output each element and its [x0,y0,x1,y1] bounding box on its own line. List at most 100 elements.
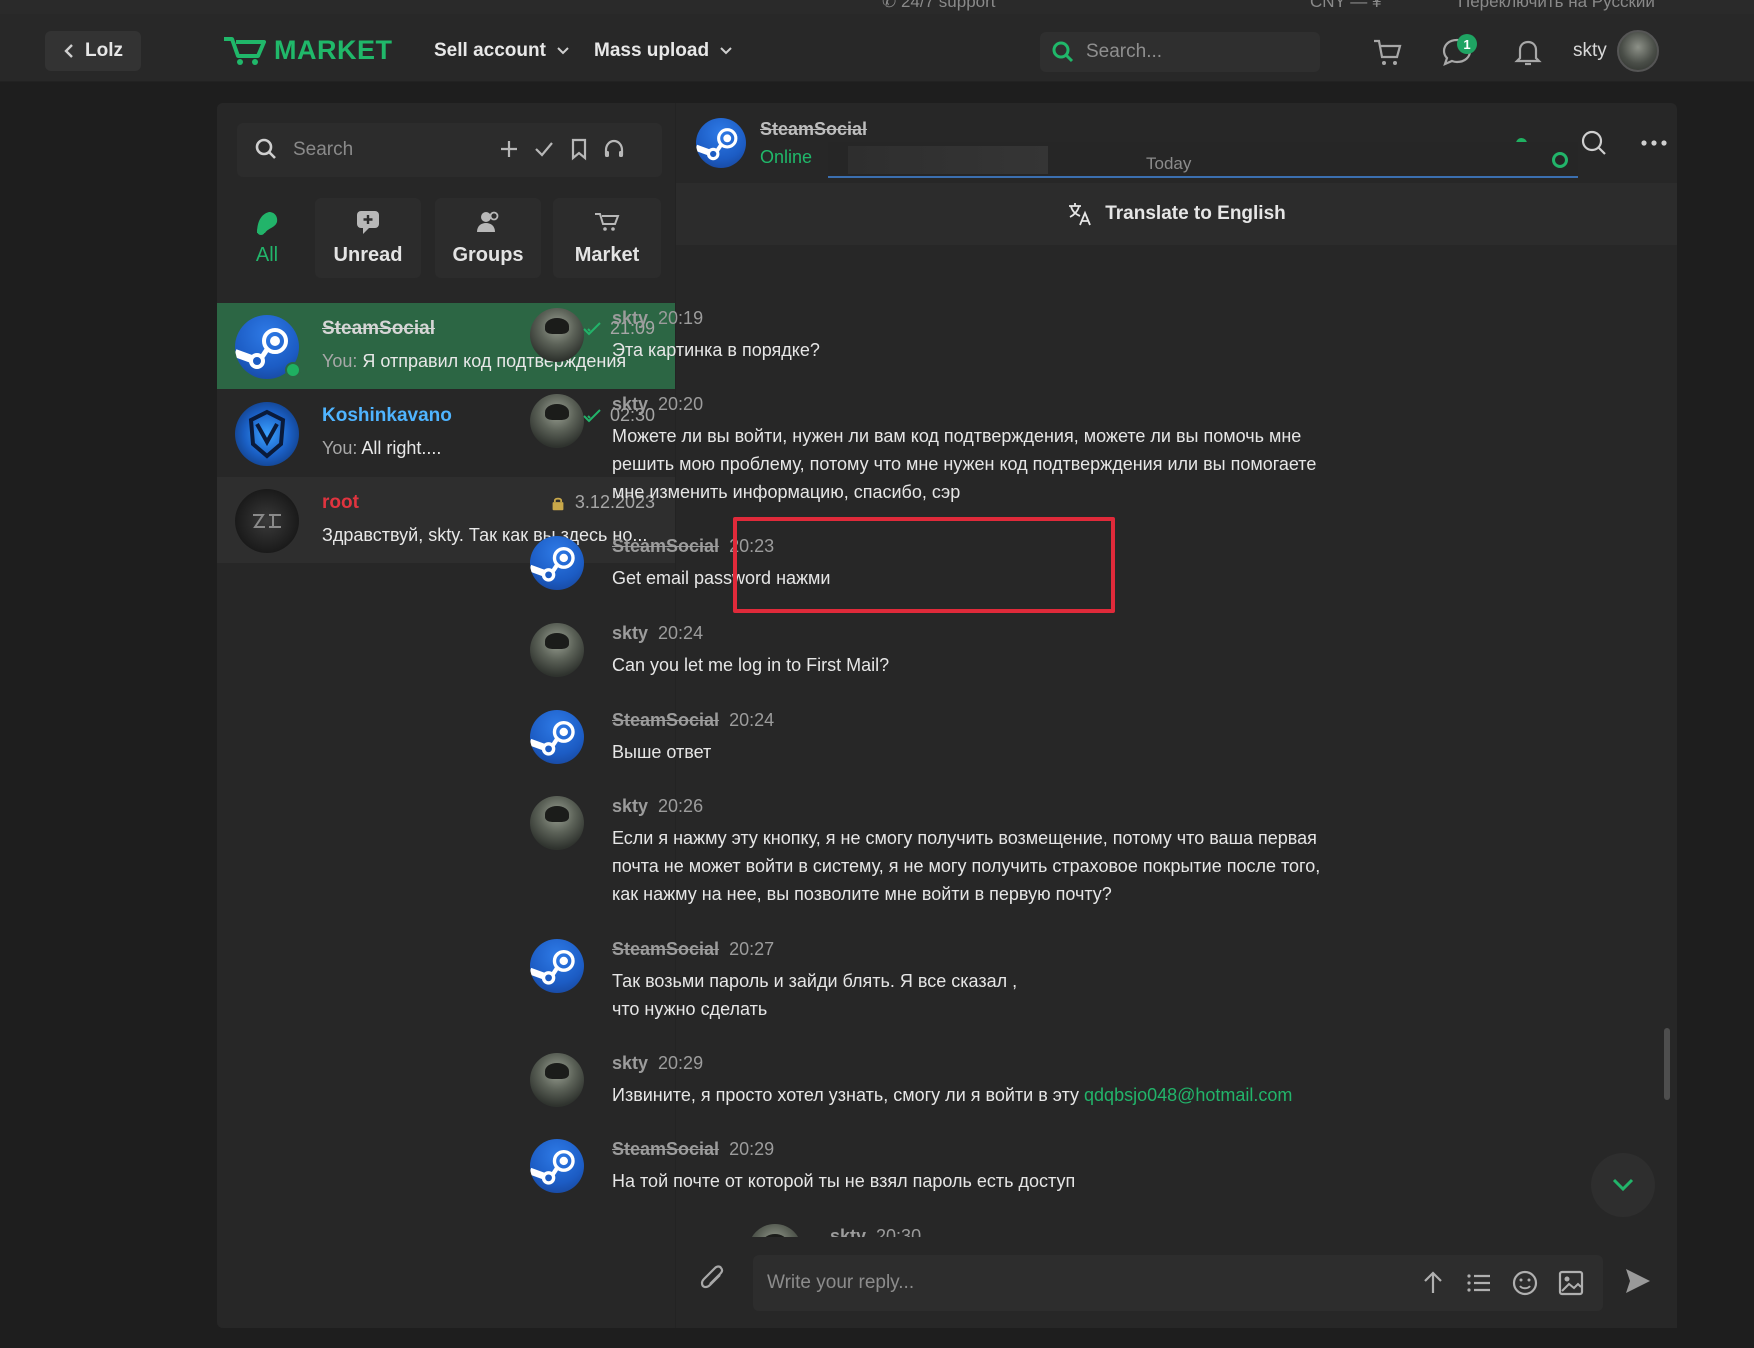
message-meta: SteamSocial 20:27 [612,939,774,960]
language-switch[interactable]: Переключить на Русский [1458,0,1655,12]
message-author[interactable]: skty [830,1226,866,1237]
message-time: 20:24 [658,623,704,643]
search-icon [1052,41,1074,63]
all-icon [257,212,278,235]
check-icon[interactable] [532,137,556,161]
message-author[interactable]: SteamSocial [612,1139,719,1159]
message-time: 20:24 [729,710,775,730]
chevron-left-icon [64,44,73,58]
online-indicator [285,362,301,378]
emoji-icon[interactable] [1511,1269,1539,1297]
message-line: Извините, я просто хотел узнать, смогу л… [612,1085,1085,1105]
contact-avatar[interactable] [696,118,746,168]
sender-avatar[interactable] [748,1224,802,1237]
message-meta: skty 20:30 [830,1226,921,1237]
read-check-icon [583,408,601,422]
sender-avatar[interactable] [530,1139,584,1193]
search-icon [255,138,276,159]
chat-scrollbar[interactable] [1664,1028,1670,1100]
bookmark-icon[interactable] [567,137,591,161]
message-time: 20:29 [729,1139,775,1159]
sender-avatar[interactable] [530,1053,584,1107]
plus-icon[interactable] [497,137,521,161]
message-meta: skty 20:20 [612,394,703,415]
conversation-item[interactable]: root 3.12.2023 Здравствуй, skty. Так как… [217,477,675,563]
conversation-name: Koshinkavano [322,405,452,426]
username[interactable]: skty [1573,40,1607,62]
message-author[interactable]: SteamSocial [612,710,719,730]
logo-text: MARKET [274,34,393,65]
message-author[interactable]: skty [612,1053,648,1073]
translate-button[interactable]: Translate to English [676,183,1677,245]
conversation-search[interactable]: Search [237,123,662,177]
currency-selector[interactable]: CNY — ¥ [1310,0,1382,12]
paperclip-icon[interactable] [698,1261,728,1293]
message-time: 20:26 [658,796,704,816]
back-label: Lolz [85,40,123,61]
search-icon[interactable] [1580,129,1608,157]
tab-unread[interactable]: Unread [315,198,421,278]
chevron-down-icon [720,47,732,55]
message-meta: skty 20:26 [612,796,703,817]
list-icon[interactable] [1465,1269,1493,1297]
notifications-bell-icon[interactable] [1512,36,1544,68]
market-logo[interactable]: MARKET [222,34,393,66]
more-options-icon[interactable] [1640,129,1668,157]
preview-sender: You: [322,438,358,458]
sell-account-label: Sell account [434,40,546,61]
reply-input[interactable]: Write your reply... [753,1255,1603,1311]
conversation-name: root [322,492,359,513]
message-author[interactable]: SteamSocial [612,536,719,556]
message-meta: skty 20:19 [612,308,703,329]
conversation-preview: You: All right.... [322,438,657,459]
chevron-down-icon [1612,1178,1634,1192]
sender-avatar[interactable] [530,394,584,448]
message-meta: skty 20:29 [612,1053,703,1074]
tab-groups[interactable]: Groups [435,198,541,278]
sell-account-menu[interactable]: Sell account [434,40,570,62]
image-upload-icon[interactable] [1557,1269,1585,1297]
sender-avatar[interactable] [530,308,584,362]
message-meta: skty 20:24 [612,623,703,644]
cart-icon[interactable] [1371,36,1403,68]
top-utility-bar: ✆ 24/7 support CNY — ¥ Переключить на Ру… [0,0,1754,14]
message-author[interactable]: SteamSocial [612,939,719,959]
sender-avatar[interactable] [530,623,584,677]
attached-image[interactable]: Today [828,142,1578,178]
message-text: Эта картинка в порядке? [612,336,1352,364]
sender-avatar[interactable] [530,536,584,590]
message-time: 20:27 [729,939,775,959]
highlight-annotation [733,517,1115,613]
email-link[interactable]: qdqbsjo048@hotmail.com [1084,1085,1292,1105]
send-icon[interactable] [1622,1265,1654,1297]
sender-avatar[interactable] [530,796,584,850]
support-link[interactable]: ✆ 24/7 support [882,0,995,12]
conversation-search-placeholder: Search [293,139,354,160]
status-ring-icon [1552,152,1568,168]
sender-avatar[interactable] [530,939,584,993]
global-search-input[interactable]: Search... [1040,32,1320,72]
conversation-item[interactable]: Koshinkavano 02:30 You: All right.... [217,390,675,476]
message-author[interactable]: skty [612,308,648,328]
mass-upload-menu[interactable]: Mass upload [594,40,733,62]
message-text: Извините, я просто хотел узнать, смогу л… [612,1081,1372,1109]
contact-name[interactable]: SteamSocial [760,119,867,140]
root-avatar [235,489,299,553]
message-time: 20:20 [658,394,704,414]
tab-market[interactable]: Market [553,198,661,278]
message-item-partial: skty 20:30 [740,1220,1140,1237]
scroll-to-bottom-button[interactable] [1591,1153,1655,1217]
user-avatar[interactable] [1617,30,1659,72]
tab-all[interactable]: All [237,198,297,278]
message-author[interactable]: skty [612,796,648,816]
back-button[interactable]: Lolz [45,31,141,71]
conversation-name: SteamSocial [322,318,435,339]
messages-badge: 1 [1457,34,1477,54]
message-author[interactable]: skty [612,394,648,414]
sender-avatar[interactable] [530,710,584,764]
headphones-icon[interactable] [602,137,626,161]
arrow-up-icon[interactable] [1419,1269,1447,1297]
message-line: почта не может войти в систему, я не мог… [612,856,1321,876]
conversation-item[interactable]: SteamSocial 21:09 You: Я отправил код по… [217,303,675,389]
message-author[interactable]: skty [612,623,648,643]
